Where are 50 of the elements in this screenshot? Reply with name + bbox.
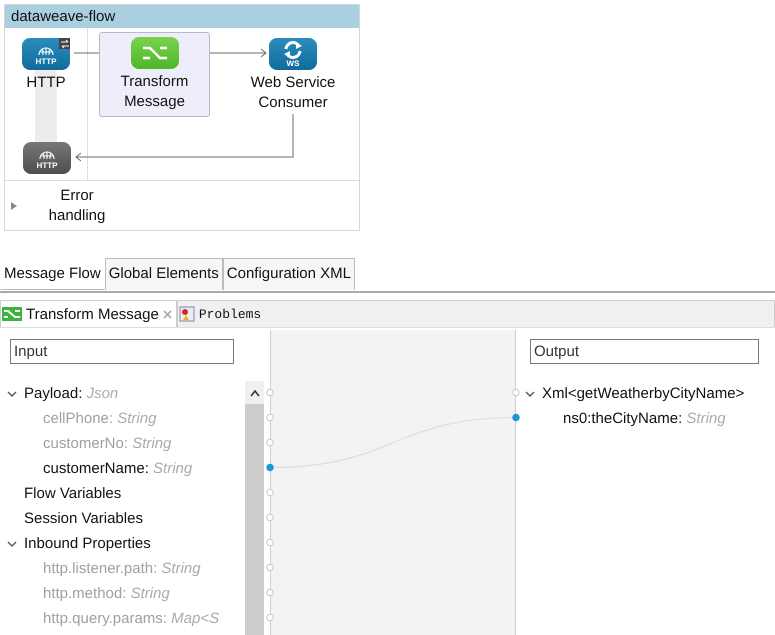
port[interactable] — [266, 464, 274, 472]
tab-label: Transform Message — [26, 306, 159, 322]
web-service-icon[interactable]: WS — [269, 38, 317, 70]
icon-caption: HTTP — [36, 56, 56, 66]
input-header-field[interactable]: Input — [10, 339, 234, 364]
editor-tab[interactable]: Global Elements — [104, 258, 223, 290]
tab-label: Problems — [198, 306, 262, 322]
port[interactable] — [266, 538, 274, 546]
scrollbar[interactable] — [245, 381, 264, 635]
flow-title: dataweave-flow — [5, 5, 359, 28]
port[interactable] — [266, 514, 274, 522]
swap-icon — [59, 38, 70, 49]
scroll-up-icon[interactable] — [245, 381, 264, 404]
tree-item[interactable]: Inbound Properties — [24, 535, 151, 552]
node-label: HTTP — [26, 73, 66, 93]
transform-icon — [2, 307, 22, 321]
problems-icon — [178, 306, 195, 322]
tree-item[interactable]: Xml<getWeatherbyCityName> — [542, 385, 744, 402]
close-icon[interactable] — [162, 310, 172, 318]
expand-icon[interactable] — [11, 202, 17, 210]
tree-item[interactable]: customerName: String — [43, 460, 192, 477]
tree-item[interactable]: Flow Variables — [24, 485, 122, 502]
transform-icon[interactable] — [130, 37, 178, 69]
port[interactable] — [266, 614, 274, 622]
port[interactable] — [266, 414, 274, 422]
icon-caption: HTTP — [36, 160, 58, 170]
view-tab[interactable]: Problems — [176, 300, 775, 327]
port[interactable] — [266, 488, 274, 496]
tree-item[interactable]: Session Variables — [24, 510, 143, 527]
flow-node[interactable]: Transform Message — [99, 32, 210, 117]
http-listener-icon[interactable]: HTTP — [22, 38, 70, 70]
flow-node[interactable]: HTTP HTTP — [5, 37, 87, 94]
node-label: Transform Message — [120, 72, 190, 112]
port[interactable] — [266, 588, 274, 596]
flow-node[interactable]: WS Web Service Consumer — [235, 37, 351, 114]
exchange-icon — [282, 40, 304, 58]
view-tab[interactable]: Transform Message — [0, 300, 177, 327]
editor-tab[interactable]: Configuration XML — [222, 258, 355, 290]
http-response-icon[interactable]: HTTP — [23, 142, 71, 174]
port[interactable] — [512, 388, 520, 396]
icon-caption: WS — [286, 58, 300, 68]
tree-item[interactable]: ns0:theCityName: String — [563, 410, 726, 427]
node-label: Web Service Consumer — [250, 73, 336, 113]
tree-item[interactable]: Payload: Json — [24, 385, 118, 402]
output-header-field[interactable]: Output — [530, 339, 759, 364]
port[interactable] — [512, 414, 520, 422]
port[interactable] — [266, 388, 274, 396]
error-handling-label: Error handling — [48, 186, 106, 226]
port[interactable] — [266, 564, 274, 572]
port[interactable] — [266, 438, 274, 446]
